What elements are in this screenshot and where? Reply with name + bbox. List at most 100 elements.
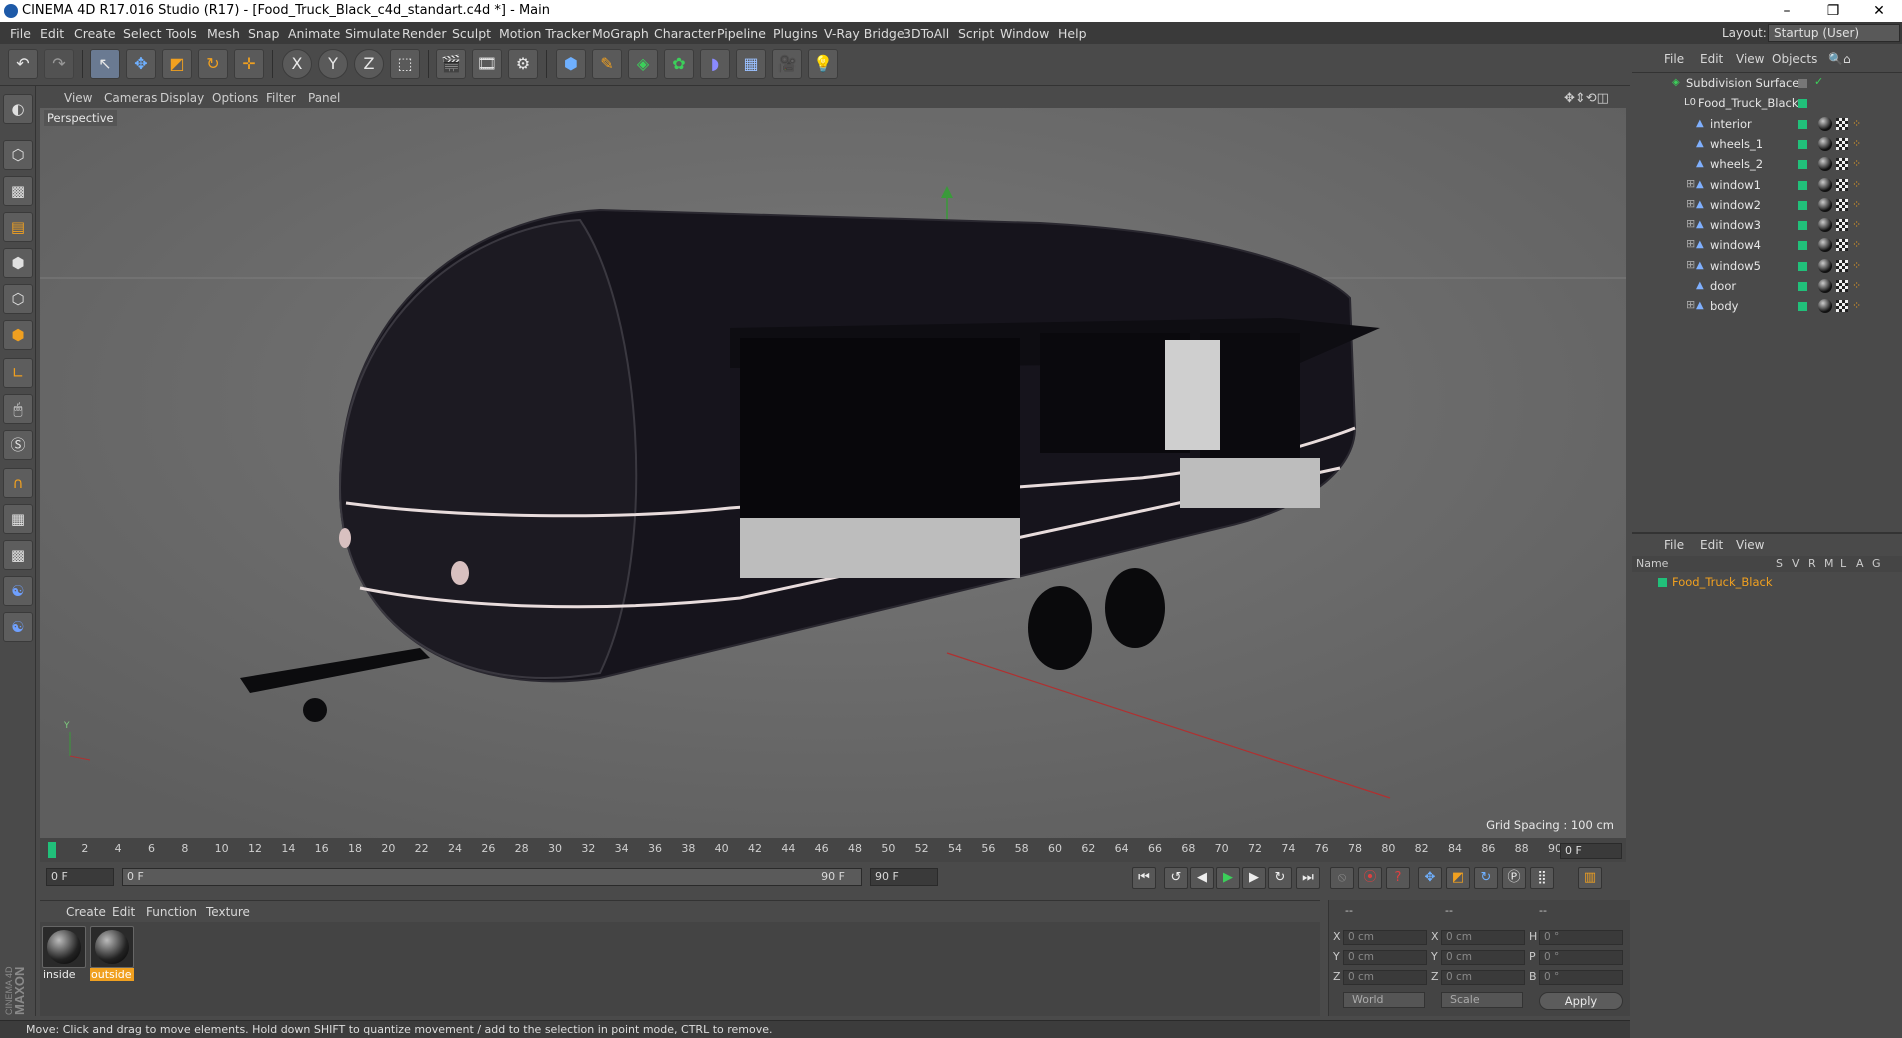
object-row[interactable]: ▲ wheels_2 ⁘ [1632, 154, 1902, 174]
object-row[interactable]: ⊞ ▲ window4 ⁘ [1632, 235, 1902, 255]
floor-scene-icon[interactable]: ▦ [736, 49, 766, 79]
pos-z-field[interactable]: 0 cm [1343, 970, 1427, 985]
menu-snap[interactable]: Snap [248, 26, 279, 41]
material-outside[interactable]: outside [90, 926, 134, 981]
key-scale-icon[interactable]: ◩ [1446, 867, 1470, 889]
x-axis-lock-button[interactable]: X [282, 49, 312, 79]
texture-tag-icon[interactable] [1836, 198, 1848, 211]
play-icon[interactable]: ▶ [1216, 867, 1240, 889]
phong-tag-icon[interactable]: ⁘ [1852, 239, 1864, 251]
texture-tag-icon[interactable] [1836, 219, 1848, 232]
material-tag-icon[interactable] [1818, 299, 1832, 314]
deformer-icon[interactable]: ◗ [700, 49, 730, 79]
texture-tag-icon[interactable] [1836, 259, 1848, 272]
objects-menu-file[interactable]: File [1664, 52, 1684, 66]
python-script-icon[interactable]: ☯ [3, 576, 33, 606]
cube-primitive-icon[interactable]: ⬢ [556, 49, 586, 79]
key-position-icon[interactable]: ✥ [1418, 867, 1442, 889]
pos-y-field[interactable]: 0 cm [1343, 950, 1427, 965]
phong-tag-icon[interactable]: ⁘ [1852, 137, 1864, 150]
material-menu-texture[interactable]: Texture [206, 905, 250, 919]
subdivision-surface-icon[interactable]: ◈ [628, 49, 658, 79]
layer-row[interactable]: Food_Truck_Black [1632, 572, 1902, 592]
object-row[interactable]: ⊞ ▲ window5 ⁘ [1632, 256, 1902, 276]
timeline-window-icon[interactable]: ▥ [1578, 867, 1602, 889]
goto-end-icon[interactable]: ⏭ [1296, 867, 1320, 889]
layer-color-swatch[interactable] [1798, 302, 1807, 312]
material-tag-icon[interactable] [1818, 238, 1832, 253]
key-rotation-icon[interactable]: ↻ [1474, 867, 1498, 889]
material-inside[interactable]: inside [42, 926, 86, 981]
playhead[interactable] [48, 842, 56, 858]
viewport-menu-filter[interactable]: Filter [266, 91, 296, 105]
menu-pipeline[interactable]: Pipeline [717, 26, 766, 41]
workplane-mode-icon[interactable]: ▤ [3, 212, 33, 242]
minimize-button[interactable]: – [1764, 0, 1810, 22]
motion-record-icon[interactable]: ⦸ [1330, 867, 1354, 889]
material-tag-icon[interactable] [1818, 157, 1832, 172]
material-tag-icon[interactable] [1818, 177, 1832, 192]
menu-select[interactable]: Select [123, 26, 162, 41]
camera-icon[interactable]: 🎥 [772, 49, 802, 79]
layer-color-swatch[interactable] [1798, 200, 1807, 210]
layer-color-swatch[interactable] [1798, 241, 1807, 251]
next-frame-icon[interactable]: ▶ [1242, 867, 1266, 889]
current-frame-field[interactable]: 0 F [1560, 843, 1622, 859]
selection-arrow-icon[interactable]: ↖ [90, 49, 120, 79]
material-tag-icon[interactable] [1818, 116, 1832, 131]
phong-tag-icon[interactable]: ⁘ [1852, 198, 1864, 211]
expand-icon[interactable]: ⊞ [1686, 217, 1695, 230]
expand-icon[interactable]: ⊞ [1686, 197, 1695, 210]
objects-menu-objects[interactable]: Objects [1772, 52, 1817, 66]
layout-select[interactable]: Startup (User) [1768, 24, 1900, 42]
viewport-menu-display[interactable]: Display [160, 91, 204, 105]
menu-sculpt[interactable]: Sculpt [452, 26, 491, 41]
texture-tag-icon[interactable] [1836, 239, 1848, 252]
size-z-field[interactable]: 0 cm [1441, 970, 1525, 985]
objects-search-icon[interactable]: 🔍⌂ [1828, 52, 1851, 66]
layer-color-swatch[interactable] [1798, 99, 1807, 109]
material-tag-icon[interactable] [1818, 258, 1832, 273]
scale-tool-icon[interactable]: ◩ [162, 49, 192, 79]
enabled-check-icon[interactable]: ✓ [1814, 75, 1823, 88]
viewport-menu-view[interactable]: View [64, 91, 92, 105]
close-button[interactable]: ✕ [1856, 0, 1902, 22]
menu-window[interactable]: Window [1000, 26, 1049, 41]
phong-tag-icon[interactable]: ⁘ [1852, 280, 1864, 292]
next-keyframe-icon[interactable]: ↻ [1268, 867, 1292, 889]
material-tag-icon[interactable] [1818, 197, 1832, 212]
object-row[interactable]: ◈ Subdivision Surface ✓ [1632, 73, 1902, 93]
coord-space-dropdown[interactable]: World [1343, 992, 1425, 1008]
menu-animate[interactable]: Animate [288, 26, 340, 41]
menu-script[interactable]: Script [958, 26, 994, 41]
viewport-menu-cameras[interactable]: Cameras [104, 91, 157, 105]
layer-color-swatch[interactable] [1798, 261, 1807, 271]
render-view-icon[interactable]: 🎬 [436, 49, 466, 79]
rot-p-field[interactable]: 0 ° [1539, 950, 1623, 965]
objects-menu-view[interactable]: View [1736, 52, 1764, 66]
size-x-field[interactable]: 0 cm [1441, 930, 1525, 945]
coordinate-system-icon[interactable]: ⬚ [390, 49, 420, 79]
menu-file[interactable]: File [10, 26, 31, 41]
apply-button[interactable]: Apply [1539, 992, 1623, 1010]
rot-b-field[interactable]: 0 ° [1539, 970, 1623, 985]
cloner-icon[interactable]: ✿ [664, 49, 694, 79]
axis-mode-icon[interactable]: ∟ [3, 358, 33, 388]
undo-button[interactable]: ↶ [8, 49, 38, 79]
phong-tag-icon[interactable]: ⁘ [1852, 158, 1864, 170]
prev-keyframe-icon[interactable]: ↺ [1164, 867, 1188, 889]
live-select-icon[interactable]: ✛ [234, 49, 264, 79]
menu-edit[interactable]: Edit [40, 26, 64, 41]
redo-button[interactable]: ↷ [44, 49, 74, 79]
rot-h-field[interactable]: 0 ° [1539, 930, 1623, 945]
key-pla-icon[interactable]: ⣿ [1530, 867, 1554, 889]
menu-motion-tracker[interactable]: Motion Tracker [499, 26, 590, 41]
rotate-tool-icon[interactable]: ↻ [198, 49, 228, 79]
expand-icon[interactable]: ⊞ [1686, 258, 1695, 271]
menu-tools[interactable]: Tools [166, 26, 197, 41]
viewport-menu-options[interactable]: Options [212, 91, 258, 105]
menu-character[interactable]: Character [654, 26, 716, 41]
material-menu-function[interactable]: Function [146, 905, 197, 919]
3d-viewport[interactable]: Y Perspective Grid Spacing : 100 cm [40, 108, 1626, 838]
object-row[interactable]: ⊞ ▲ body ⁘ [1632, 296, 1902, 316]
